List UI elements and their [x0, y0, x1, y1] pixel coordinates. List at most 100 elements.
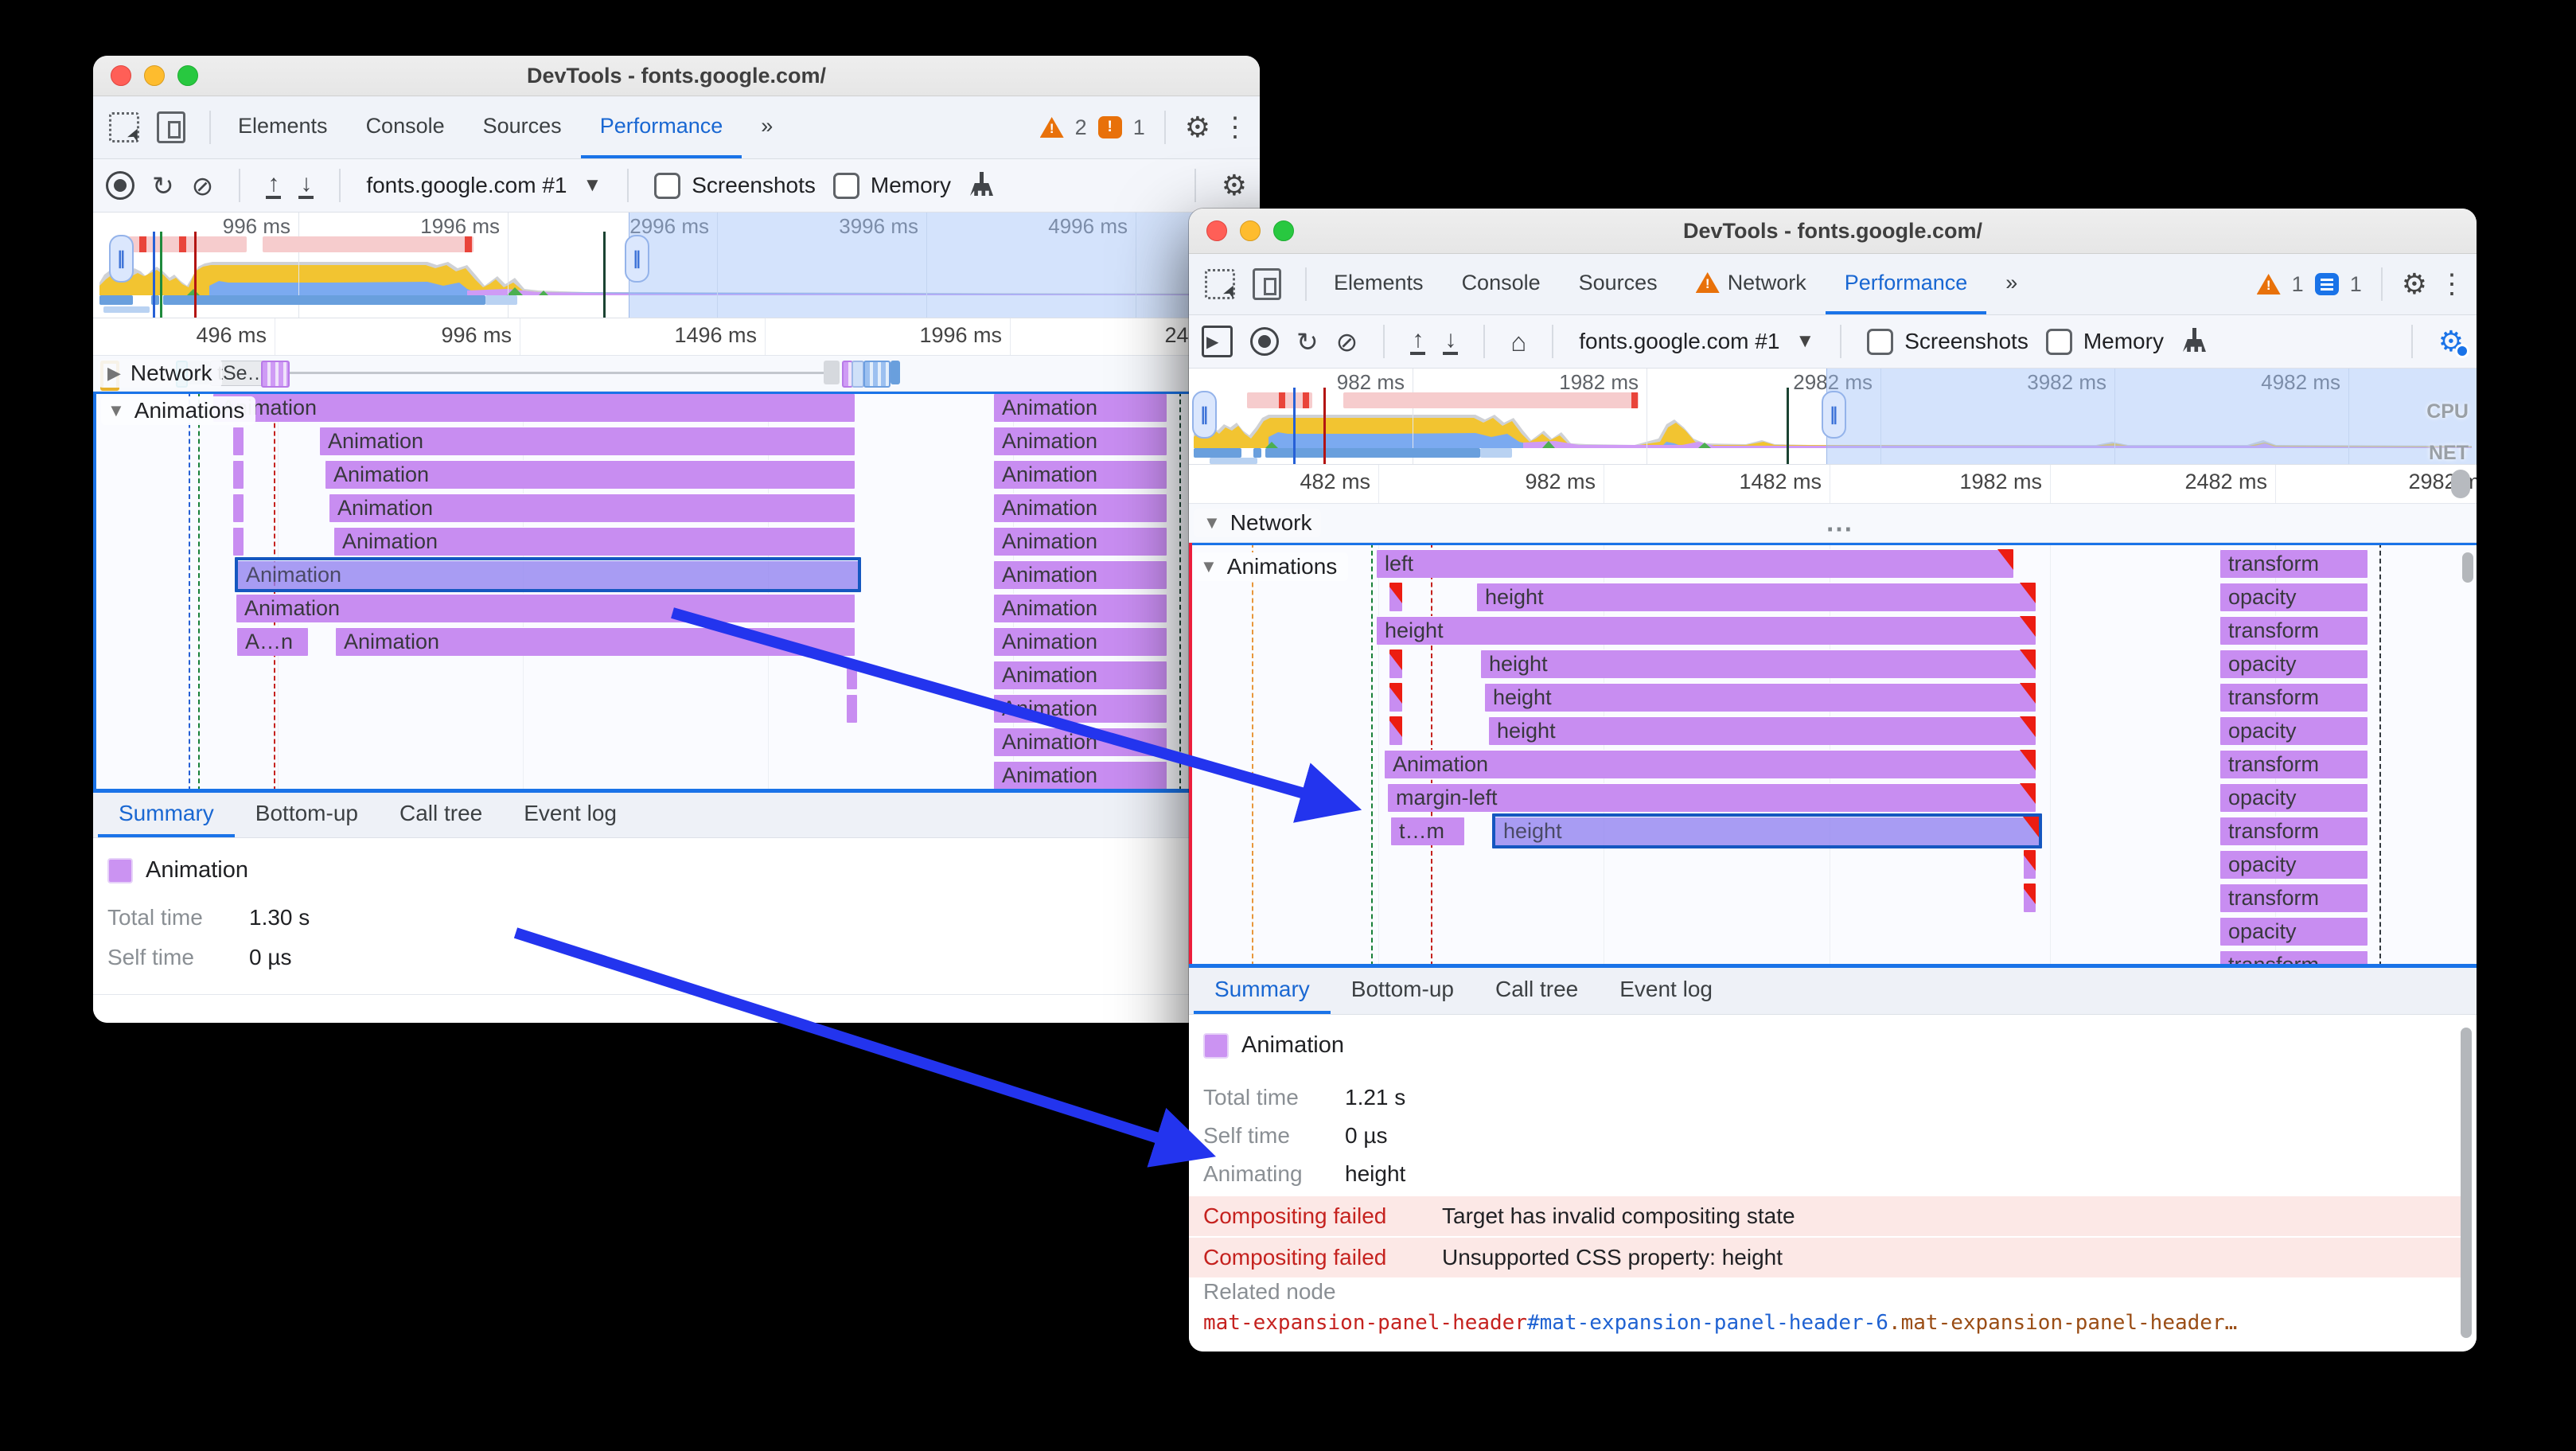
memory-checkbox[interactable]: Memory: [2045, 328, 2164, 355]
animation-bar[interactable]: opacity: [2220, 783, 2368, 812]
clear-recording-button[interactable]: ⊘: [192, 173, 214, 199]
issues-icon[interactable]: [2314, 273, 2339, 295]
animation-bar[interactable]: height: [1485, 683, 2036, 712]
details-tab-bottom-up[interactable]: Bottom-up: [1331, 968, 1475, 1014]
collect-garbage-icon[interactable]: [2181, 328, 2208, 355]
animation-bar[interactable]: height: [1377, 616, 2036, 645]
animation-bar[interactable]: transform: [2220, 883, 2368, 912]
animation-bar[interactable]: [847, 694, 857, 723]
collapse-arrow-icon[interactable]: ▼: [1200, 556, 1218, 577]
warning-count[interactable]: 2: [1075, 115, 1087, 140]
animation-bar[interactable]: transform: [2220, 683, 2368, 712]
animation-bar[interactable]: margin-left: [1388, 783, 2036, 812]
timeline-overview[interactable]: 982 ms 1982 ms 2982 ms 3982 ms 4982 ms ∥ ∥ CPU N…: [1189, 369, 2477, 465]
animation-bar[interactable]: Animation: [994, 427, 1167, 455]
network-track-label[interactable]: Network: [1230, 510, 1312, 536]
animation-bar[interactable]: opacity: [2220, 716, 2368, 745]
more-options-icon[interactable]: ⋮: [2438, 268, 2465, 300]
animation-bar[interactable]: transform: [2220, 549, 2368, 578]
details-tab-event-log[interactable]: Event log: [503, 793, 637, 837]
animation-bar[interactable]: Animation: [994, 627, 1167, 656]
details-tab-call-tree[interactable]: Call tree: [379, 793, 503, 837]
animation-bar[interactable]: Animation: [994, 527, 1167, 556]
details-tab-call-tree[interactable]: Call tree: [1475, 968, 1599, 1014]
record-button[interactable]: [106, 171, 134, 200]
tab-sources[interactable]: Sources: [1560, 254, 1677, 314]
animation-bar[interactable]: [233, 460, 244, 489]
animation-bar[interactable]: [1389, 649, 1402, 678]
issue-count[interactable]: 1: [2350, 272, 2362, 297]
network-request-bar[interactable]: [824, 361, 840, 384]
details-tab-summary[interactable]: Summary: [1194, 968, 1331, 1014]
device-toolbar-icon[interactable]: [1253, 268, 1281, 300]
load-profile-icon[interactable]: ↑: [266, 172, 282, 199]
animation-bar[interactable]: transform: [2220, 616, 2368, 645]
animation-bar[interactable]: Animation: [994, 694, 1167, 723]
overview-dim-region[interactable]: [629, 213, 1260, 318]
home-icon[interactable]: ⌂: [1510, 329, 1526, 355]
node-tag[interactable]: mat-expansion-panel-header: [1203, 1311, 1527, 1335]
animation-bar[interactable]: Animation: [334, 527, 855, 556]
screenshots-checkbox[interactable]: Screenshots: [1867, 328, 2028, 355]
animation-bar[interactable]: Animation: [236, 594, 855, 622]
network-track[interactable]: ▶ Network tSe…: [93, 356, 1260, 392]
animations-track-chip[interactable]: ▼ Animations: [101, 396, 256, 425]
selected-animation-bar[interactable]: height: [1492, 813, 2042, 848]
network-request-bar[interactable]: [261, 361, 290, 388]
tab-sources[interactable]: Sources: [464, 96, 581, 158]
selection-handle[interactable]: ∥: [109, 235, 134, 283]
checkbox-box[interactable]: [2045, 328, 2072, 355]
inspect-element-icon[interactable]: [109, 112, 139, 142]
tab-elements[interactable]: Elements: [219, 96, 347, 158]
more-tabs-chevron[interactable]: »: [1986, 254, 2036, 314]
tab-performance[interactable]: Performance: [1825, 254, 1987, 314]
details-tab-bottom-up[interactable]: Bottom-up: [235, 793, 379, 837]
history-select[interactable]: fonts.google.com #1 ▼: [366, 173, 602, 198]
tab-console[interactable]: Console: [347, 96, 464, 158]
animation-bar[interactable]: [847, 661, 857, 689]
network-request-bar[interactable]: [863, 361, 890, 388]
warning-icon[interactable]: !: [2256, 274, 2281, 294]
inspect-element-icon[interactable]: [1205, 269, 1235, 299]
animations-track-chip[interactable]: ▼ Animations: [1194, 552, 1349, 581]
tab-elements[interactable]: Elements: [1315, 254, 1443, 314]
capture-settings-gear-icon[interactable]: ⚙: [1222, 171, 1247, 200]
screenshots-checkbox[interactable]: Screenshots: [654, 172, 816, 199]
animations-flamechart[interactable]: ▼ Animations Animation Animation Animation…: [93, 392, 1260, 791]
node-class[interactable]: .mat-expansion-panel-header…: [1888, 1311, 2237, 1335]
details-tab-event-log[interactable]: Event log: [1599, 968, 1733, 1014]
reload-and-record-button[interactable]: ↻: [1296, 329, 1319, 355]
selection-handle[interactable]: ∥: [1192, 391, 1217, 439]
related-node-link[interactable]: mat-expansion-panel-header#mat-expansion…: [1203, 1311, 2237, 1335]
warning-count[interactable]: 1: [2292, 272, 2304, 297]
animation-bar[interactable]: [2024, 883, 2036, 912]
animation-bar[interactable]: Animation: [994, 460, 1167, 489]
record-button[interactable]: [1250, 327, 1279, 356]
animation-bar[interactable]: [233, 527, 244, 556]
checkbox-box[interactable]: [832, 172, 859, 199]
tab-console[interactable]: Console: [1443, 254, 1560, 314]
warning-icon[interactable]: !: [1039, 117, 1064, 138]
animation-bar[interactable]: Animation: [320, 427, 855, 455]
animation-bar[interactable]: Animation: [994, 761, 1167, 790]
summary-scrollbar[interactable]: [2461, 1028, 2472, 1338]
issues-icon[interactable]: !: [1097, 116, 1122, 138]
animation-bar[interactable]: transform: [2220, 750, 2368, 778]
save-profile-icon[interactable]: ↓: [1443, 328, 1459, 355]
collect-garbage-icon[interactable]: [968, 172, 996, 199]
animation-bar[interactable]: Animation: [329, 493, 855, 522]
animation-bar[interactable]: A…n: [237, 627, 308, 656]
animation-bar[interactable]: opacity: [2220, 850, 2368, 879]
memory-checkbox[interactable]: Memory: [832, 172, 951, 199]
animation-bar[interactable]: t…m: [1391, 817, 1464, 845]
node-id[interactable]: #mat-expansion-panel-header-6: [1527, 1311, 1888, 1335]
animation-bar[interactable]: opacity: [2220, 583, 2368, 611]
animation-bar[interactable]: Animation: [213, 393, 855, 422]
animation-bar[interactable]: Animation: [994, 661, 1167, 689]
animation-bar[interactable]: Animation: [1385, 750, 2036, 778]
animation-bar[interactable]: [233, 427, 244, 455]
settings-gear-icon[interactable]: ⚙: [2402, 270, 2427, 298]
more-options-icon[interactable]: ⋮: [1222, 111, 1249, 143]
animation-bar[interactable]: height: [1489, 716, 2036, 745]
animation-bar[interactable]: height: [1477, 583, 2036, 611]
